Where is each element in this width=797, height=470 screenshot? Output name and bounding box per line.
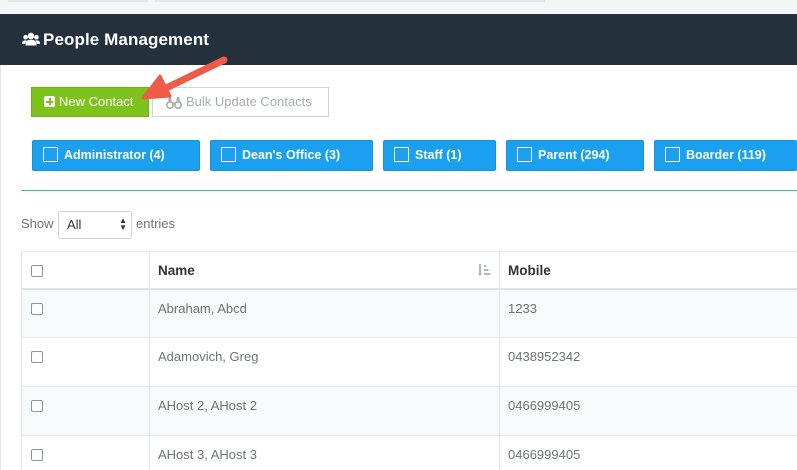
mobile-cell: 0438952342 [499,337,797,387]
role-filter-administrator[interactable]: Administrator (4) [32,140,200,171]
table-row[interactable]: Abraham, Abcd 1233 [21,288,797,338]
section-divider [21,190,797,191]
name-column-header[interactable]: Name [149,251,500,290]
top-strip [0,0,797,14]
table-header-row: Name Mobile [21,251,797,290]
entries-select-value: All [67,217,82,232]
role-label: Parent (294) [538,148,610,162]
name-cell: Abraham, Abcd [149,288,500,338]
role-checkbox[interactable] [665,147,680,162]
role-label: Administrator (4) [64,148,165,162]
row-select-cell [21,386,150,436]
name-cell: AHost 2, AHost 2 [149,386,500,436]
table-row[interactable]: Adamovich, Greg 0438952342 [21,337,797,387]
role-filter-deans-office[interactable]: Dean's Office (3) [210,140,373,171]
select-caret-icon: ▲ ▼ [119,216,127,232]
sort-icon[interactable] [478,264,491,277]
name-cell: Adamovich, Greg [149,337,500,387]
row-checkbox[interactable] [31,351,43,363]
name-cell: AHost 3, AHost 3 [149,435,500,470]
new-contact-button[interactable]: New Contact [31,87,149,117]
entries-select[interactable]: All ▲ ▼ [58,211,132,239]
role-checkbox[interactable] [43,147,58,162]
role-label: Dean's Office (3) [242,148,341,162]
role-checkbox[interactable] [221,147,236,162]
new-contact-label: New Contact [59,94,134,109]
role-checkbox[interactable] [394,147,409,162]
show-label: Show [21,216,54,231]
contacts-table: Name Mobile Abraham, Abcd 1233 Adamovich… [21,251,797,470]
select-all-checkbox[interactable] [31,265,43,277]
entries-label: entries [136,216,176,231]
top-strip-line [8,0,148,2]
mobile-cell: 1233 [499,288,797,338]
role-filter-boarder[interactable]: Boarder (119) [654,140,797,171]
annotation-arrow [141,56,228,100]
role-filter-parent[interactable]: Parent (294) [506,140,644,171]
role-label: Boarder (119) [686,148,766,162]
page-title: People Management [43,30,210,49]
table-row[interactable]: AHost 3, AHost 3 0466999405 [21,435,797,470]
mobile-cell: 0466999405 [499,435,797,470]
row-checkbox[interactable] [31,400,43,412]
role-checkbox[interactable] [517,147,532,162]
users-icon [22,32,40,51]
top-strip-line [155,0,545,2]
mobile-header-label: Mobile [508,263,551,278]
role-label: Staff (1) [415,148,462,162]
mobile-column-header[interactable]: Mobile [499,251,797,290]
table-row[interactable]: AHost 2, AHost 2 0466999405 [21,386,797,436]
row-checkbox[interactable] [31,449,43,461]
row-select-cell [21,288,150,338]
mobile-cell: 0466999405 [499,386,797,436]
row-select-cell [21,435,150,470]
name-header-label: Name [158,263,195,278]
plus-square-icon [44,96,55,107]
row-checkbox[interactable] [31,302,43,315]
role-filter-staff[interactable]: Staff (1) [383,140,496,171]
panel-header: People Management [0,14,797,65]
select-all-header [21,251,150,290]
row-select-cell [21,337,150,387]
